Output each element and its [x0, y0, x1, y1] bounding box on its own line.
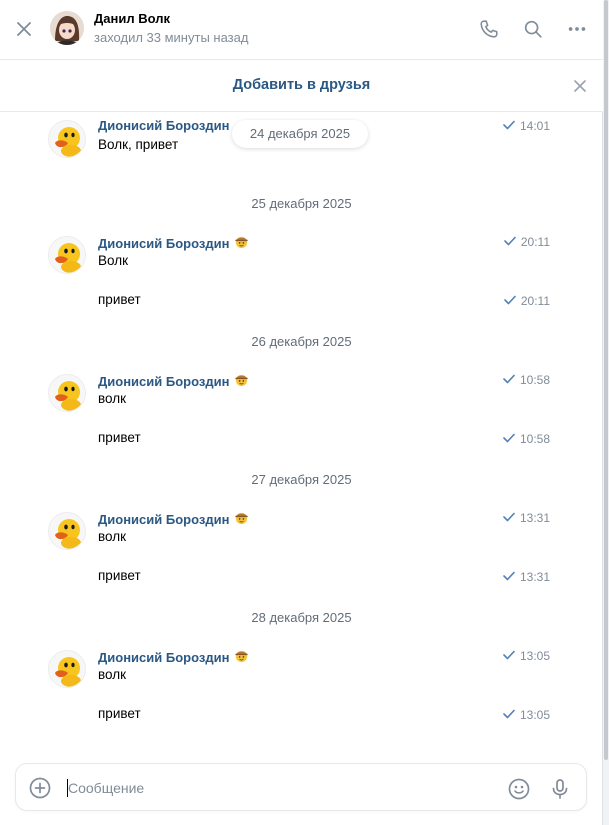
message-text: привет: [98, 292, 141, 307]
chat-header: Данил Волк заходил 33 минуты назад: [0, 0, 603, 60]
date-separator: 28 декабря 2025: [251, 610, 352, 625]
message-time: 10:58: [503, 432, 550, 446]
time-label: 20:11: [520, 294, 550, 308]
avatar[interactable]: [48, 650, 86, 688]
date-separator: 27 декабря 2025: [251, 472, 352, 487]
read-check-icon: [503, 570, 515, 584]
time-label: 13:05: [519, 708, 550, 722]
scrollbar-thumb[interactable]: [604, 0, 608, 760]
search-icon[interactable]: [518, 14, 548, 44]
message-composer: [15, 763, 587, 811]
cowboy-emoji-icon: [234, 372, 249, 390]
avatar[interactable]: [48, 120, 86, 158]
add-friend-bar: Добавить в друзья: [0, 60, 603, 112]
time-label: 10:58: [519, 373, 550, 387]
message-text: привет: [98, 430, 141, 445]
message-author[interactable]: Дионисий Бороздин: [98, 510, 249, 528]
message-author[interactable]: Дионисий Бороздин: [98, 234, 249, 252]
message-author[interactable]: Дионисий Бороздин: [98, 118, 229, 133]
read-check-icon: [503, 649, 515, 663]
time-label: 13:05: [519, 649, 550, 663]
time-label: 20:11: [520, 235, 550, 249]
message-time: 20:11: [504, 235, 550, 249]
phone-icon[interactable]: [474, 14, 504, 44]
message-text: привет: [98, 568, 141, 583]
read-check-icon: [503, 119, 515, 133]
author-name[interactable]: Дионисий Бороздин: [98, 236, 229, 251]
message-text: волк: [98, 667, 127, 682]
message-time: 13:05: [503, 649, 550, 663]
message-text: привет: [98, 706, 141, 721]
author-name[interactable]: Дионисий Бороздин: [98, 512, 229, 527]
message-author[interactable]: Дионисий Бороздин: [98, 648, 249, 666]
avatar[interactable]: [48, 512, 86, 550]
more-icon[interactable]: [562, 14, 592, 44]
avatar[interactable]: [48, 236, 86, 274]
time-label: 13:31: [519, 570, 550, 584]
message-list: 24 декабря 2025 Дионисий Бороздин 14:01 Во…: [0, 112, 603, 752]
chat-window: Данил Волк заходил 33 минуты назад Добав…: [0, 0, 603, 825]
date-separator: 25 декабря 2025: [251, 196, 352, 211]
cowboy-emoji-icon: [234, 234, 249, 252]
message-time: 13:05: [503, 708, 550, 722]
author-name[interactable]: Дионисий Бороздин: [98, 650, 229, 665]
cowboy-emoji-icon: [234, 648, 249, 666]
attach-plus-icon[interactable]: [28, 776, 52, 800]
message-text: волк: [98, 529, 127, 544]
read-check-icon: [504, 294, 516, 308]
message-text: Волк: [98, 253, 128, 268]
message-text: волк: [98, 391, 127, 406]
avatar[interactable]: [48, 374, 86, 412]
author-name[interactable]: Дионисий Бороздин: [98, 118, 229, 133]
avatar[interactable]: [50, 11, 84, 45]
time-label: 13:31: [519, 511, 550, 525]
time-label: 10:58: [519, 432, 550, 446]
close-icon[interactable]: [10, 15, 38, 43]
close-icon[interactable]: [570, 76, 590, 96]
date-separator: 26 декабря 2025: [251, 334, 352, 349]
smile-icon[interactable]: [506, 776, 532, 802]
read-check-icon: [503, 708, 515, 722]
message-time: 14:01: [503, 119, 550, 133]
read-check-icon: [503, 511, 515, 525]
read-check-icon: [503, 373, 515, 387]
read-check-icon: [504, 235, 516, 249]
time-label: 14:01: [519, 119, 550, 133]
message-time: 13:31: [503, 511, 550, 525]
chat-title[interactable]: Данил Волк: [94, 11, 170, 26]
author-name[interactable]: Дионисий Бороздин: [98, 374, 229, 389]
message-input[interactable]: [68, 777, 488, 799]
floating-date-pill: 24 декабря 2025: [232, 120, 368, 148]
message-time: 20:11: [504, 294, 550, 308]
read-check-icon: [503, 432, 515, 446]
last-seen-status: заходил 33 минуты назад: [94, 30, 249, 45]
message-time: 10:58: [503, 373, 550, 387]
cowboy-emoji-icon: [234, 510, 249, 528]
message-author[interactable]: Дионисий Бороздин: [98, 372, 249, 390]
microphone-icon[interactable]: [547, 776, 573, 802]
add-friend-button[interactable]: Добавить в друзья: [0, 77, 603, 93]
message-time: 13:31: [503, 570, 550, 584]
message-text: Волк, привет: [98, 137, 179, 152]
